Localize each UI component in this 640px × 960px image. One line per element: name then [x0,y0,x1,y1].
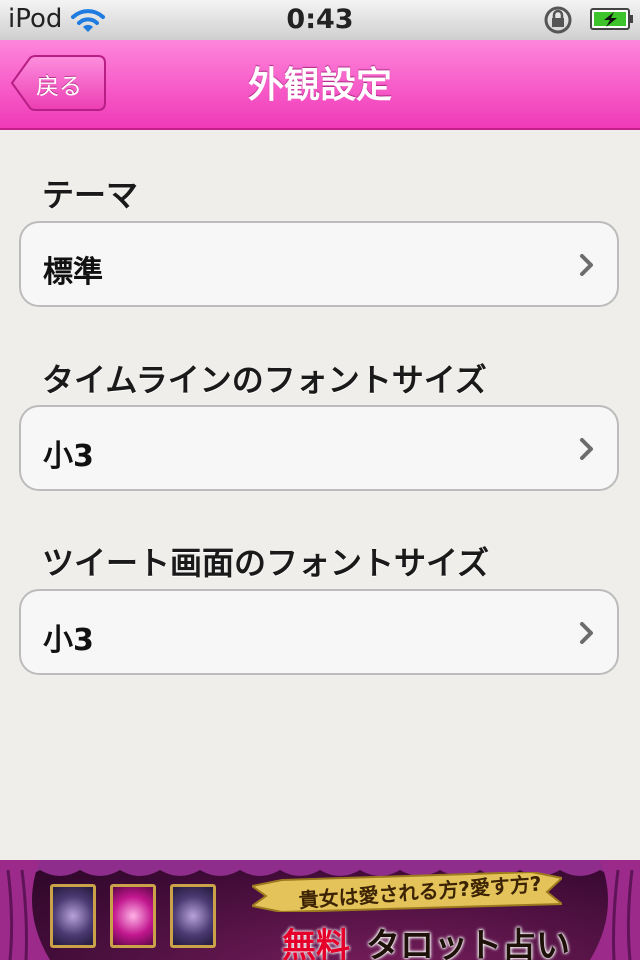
section-header-theme: テーマ [42,176,139,214]
ad-free-label: 無料 [282,926,350,960]
ad-tarot-label: タロット占い [366,926,570,960]
theme-value: 標準 [43,255,103,290]
tweet-font-size-cell[interactable]: 小3 [19,589,619,675]
chevron-right-icon [580,622,593,644]
chevron-right-icon [580,254,593,276]
wifi-icon [71,9,105,32]
tarot-card-icon [170,884,216,948]
section-header-tweet-font-size: ツイート画面のフォントサイズ [42,544,490,582]
theme-cell[interactable]: 標準 [19,221,619,307]
curtain-right [590,860,640,960]
chevron-right-icon [580,438,593,460]
tarot-card-icon [50,884,96,948]
timeline-font-size-value: 小3 [43,439,94,474]
section-header-timeline-font-size: タイムラインのフォントサイズ [42,361,487,399]
lock-rotation-icon [544,6,572,34]
navigation-bar: 戻る 外観設定 [0,40,640,130]
tweet-font-size-value: 小3 [43,623,94,658]
tarot-card-icon [110,884,156,948]
back-button[interactable]: 戻る [10,55,106,111]
carrier-label: iPod [8,4,63,34]
status-bar: iPod 0:43 [0,0,640,41]
battery-charging-icon [590,8,633,30]
ad-banner[interactable]: 貴女は愛される方?愛す方? 無料 タロット占い [0,860,640,960]
back-button-label: 戻る [36,74,82,100]
timeline-font-size-cell[interactable]: 小3 [19,405,619,491]
